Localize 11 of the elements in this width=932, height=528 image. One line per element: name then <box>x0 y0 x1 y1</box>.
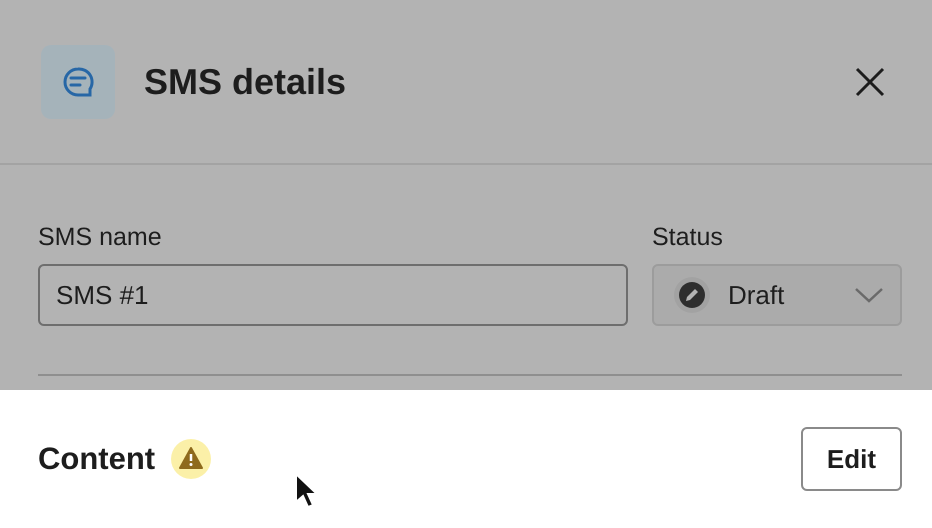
close-icon[interactable] <box>854 66 886 98</box>
section-title: Content <box>38 441 156 477</box>
field-label: Status <box>652 222 724 252</box>
dialog-title: SMS details <box>144 60 348 102</box>
field-label: SMS name <box>38 222 163 252</box>
status-dropdown[interactable]: Draft <box>652 264 902 326</box>
chat-icon <box>41 44 115 118</box>
text-field[interactable]: SMS #1 <box>38 264 628 326</box>
chevron-down-icon <box>854 286 884 304</box>
edit-button[interactable]: Edit <box>800 427 902 491</box>
pencil-icon <box>674 277 710 313</box>
